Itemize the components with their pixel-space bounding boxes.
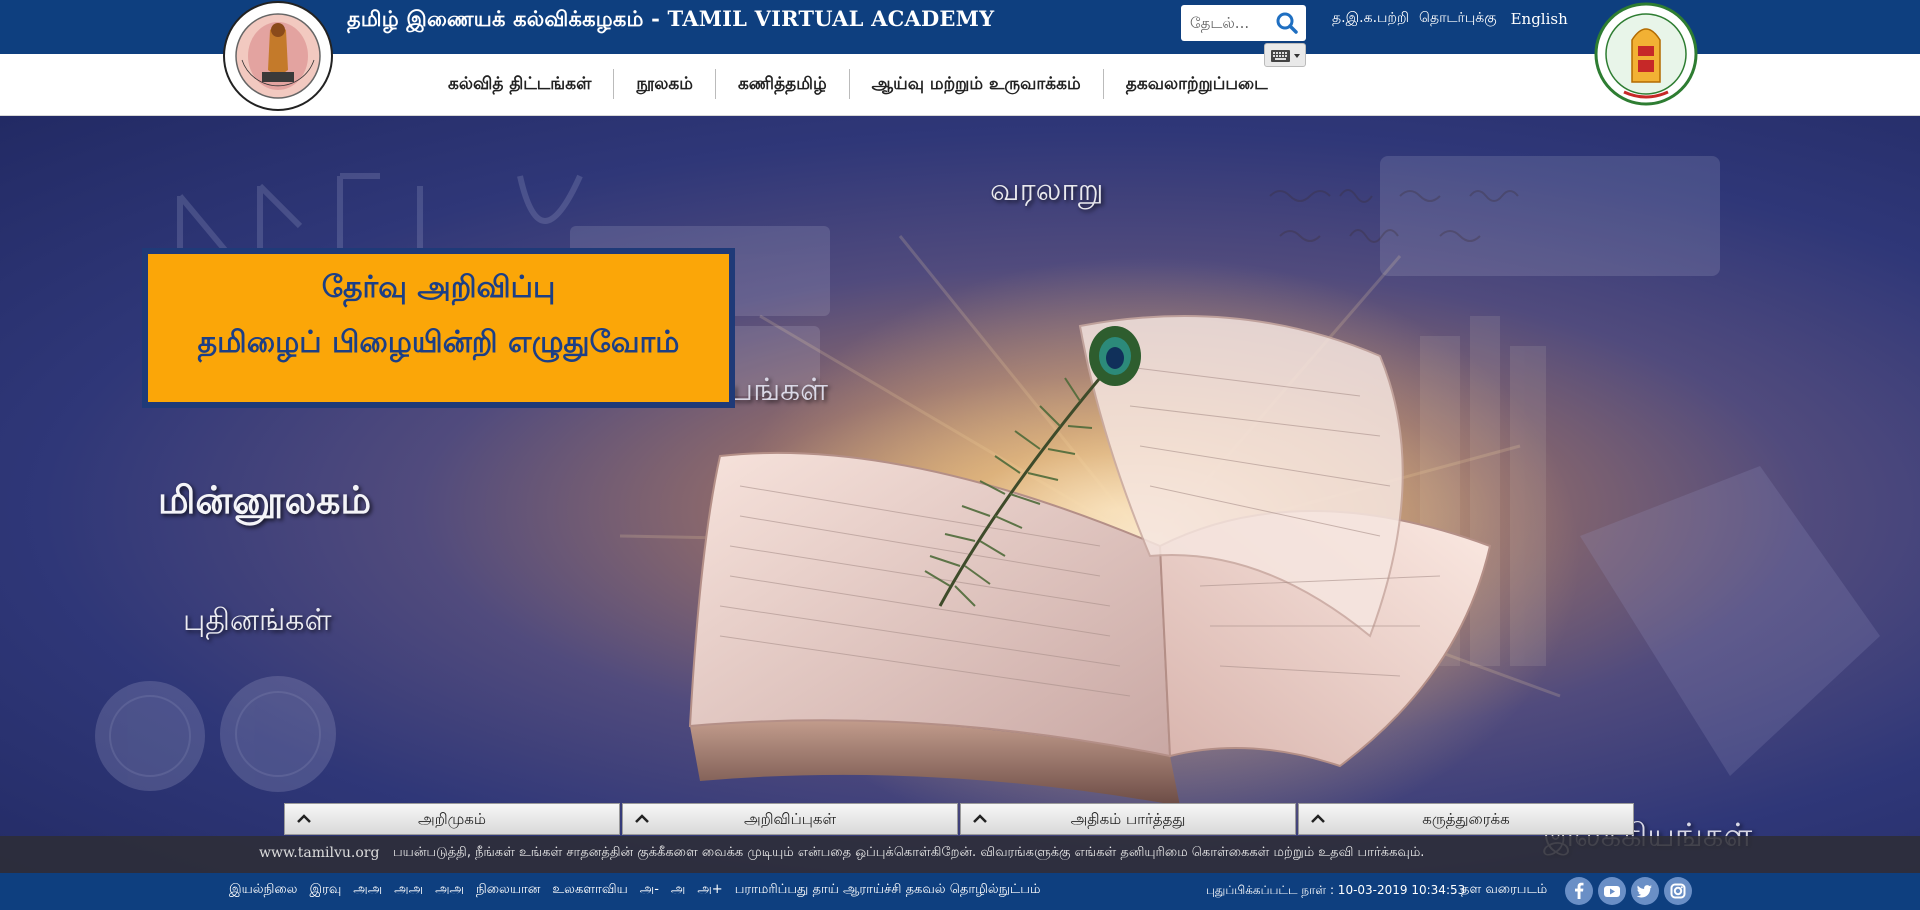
e-library-link[interactable]: மின்னூலகம் (158, 478, 371, 528)
search-input[interactable] (1190, 11, 1270, 35)
about-link[interactable]: த.இ.க.பற்றி (1332, 10, 1409, 28)
tab-label: அதிகம் பார்த்தது (1070, 810, 1186, 828)
font-style-3-link[interactable]: அஅ (435, 882, 464, 898)
english-link[interactable]: English (1511, 10, 1568, 28)
tab-label: கருத்துரைக்க (1422, 810, 1510, 828)
facebook-icon[interactable] (1565, 877, 1593, 905)
font-style-1-link[interactable]: அஅ (353, 882, 382, 898)
history-link[interactable]: வரலாறு (990, 172, 1104, 212)
twitter-icon[interactable] (1631, 877, 1659, 905)
accessibility-links: இயல்நிலை இரவு அஅ அஅ அஅ நிலையான உலகளாவிய … (229, 882, 1040, 898)
top-links: த.இ.க.பற்றி தொடர்புக்கு English (1332, 10, 1568, 28)
novels-link[interactable]: புதினங்கள் (183, 603, 332, 642)
search-box (1181, 5, 1306, 41)
font-decrease-link[interactable]: அ- (640, 882, 659, 898)
theme-normal-link[interactable]: இயல்நிலை (229, 882, 297, 898)
cookie-text: பயன்படுத்தி, நீங்கள் உங்கள் சாதனத்தின் க… (393, 845, 1425, 860)
last-updated-text: புதுப்பிக்கப்பட்ட நாள் : 10-03-2019 10:3… (1206, 883, 1466, 897)
fluid-layout-link[interactable]: உலகளாவிய (552, 882, 627, 898)
search-button[interactable] (1274, 11, 1300, 35)
nav-item-education[interactable]: கல்வித் திட்டங்கள் (426, 69, 613, 99)
contact-link[interactable]: தொடர்புக்கு (1419, 10, 1497, 28)
fixed-layout-link[interactable]: நிலையான (476, 882, 540, 898)
nav-item-info[interactable]: தகவலாற்றுப்படை (1104, 69, 1290, 99)
nav-item-library[interactable]: நூலகம் (614, 69, 715, 99)
maintained-by-text: பராமரிப்பது தாய் ஆராய்ச்சி தகவல் தொழில்ந… (734, 882, 1041, 897)
youtube-icon[interactable] (1598, 877, 1626, 905)
nav-item-research[interactable]: ஆய்வு மற்றும் உருவாக்கம் (850, 69, 1103, 99)
tamil-virtual-academy-logo-icon (223, 1, 333, 111)
cookie-notice: www.tamilvu.org பயன்படுத்தி, நீங்கள் உங்… (0, 836, 1920, 873)
keyboard-toggle-button[interactable] (1264, 43, 1306, 67)
nav-item-computing[interactable]: கணித்தமிழ் (716, 69, 849, 99)
font-increase-link[interactable]: அ+ (697, 882, 722, 898)
sitemap-link[interactable]: தள வரைபடம் (1461, 882, 1547, 898)
announcement-title: தேர்வு அறிவிப்பு (321, 270, 556, 305)
tab-label: அறிவிப்புகள் (743, 810, 837, 828)
tab-feedback[interactable]: கருத்துரைக்க (1298, 803, 1634, 835)
search-icon (1276, 12, 1298, 34)
caret-down-icon (1294, 54, 1300, 58)
instagram-icon[interactable] (1664, 877, 1692, 905)
partial-category-label[interactable]: பங்கள் (730, 372, 828, 412)
font-style-2-link[interactable]: அஅ (394, 882, 423, 898)
theme-night-link[interactable]: இரவு (309, 882, 341, 898)
tab-announcements[interactable]: அறிவிப்புகள் (622, 803, 958, 835)
bottom-tabs: அறிமுகம் அறிவிப்புகள் அதிகம் பார்த்தது க… (284, 803, 1634, 835)
tab-introduction[interactable]: அறிமுகம் (284, 803, 620, 835)
keyboard-icon (1271, 50, 1300, 62)
tab-most-viewed[interactable]: அதிகம் பார்த்தது (960, 803, 1296, 835)
hero-banner: வரலாறு பங்கள் மின்னூலகம் புதினங்கள் இலக்… (0, 116, 1920, 873)
tab-label: அறிமுகம் (418, 810, 486, 828)
tamil-nadu-emblem-icon (1594, 2, 1698, 106)
social-links (1565, 877, 1692, 905)
footer-bar: இயல்நிலை இரவு அஅ அஅ அஅ நிலையான உலகளாவிய … (0, 873, 1920, 910)
announcement-subtitle: தமிழைப் பிழையின்றி எழுதுவோம் (197, 325, 680, 360)
font-reset-link[interactable]: அ (671, 882, 685, 898)
site-title[interactable]: தமிழ் இணையக் கல்விக்கழகம் - TAMIL VIRTUA… (347, 6, 994, 34)
exam-announcement-box[interactable]: தேர்வு அறிவிப்பு தமிழைப் பிழையின்றி எழுத… (142, 248, 735, 408)
tn-govt-emblem[interactable] (1594, 0, 1698, 112)
tva-logo[interactable] (222, 0, 334, 112)
cookie-site-name: www.tamilvu.org (259, 845, 380, 861)
